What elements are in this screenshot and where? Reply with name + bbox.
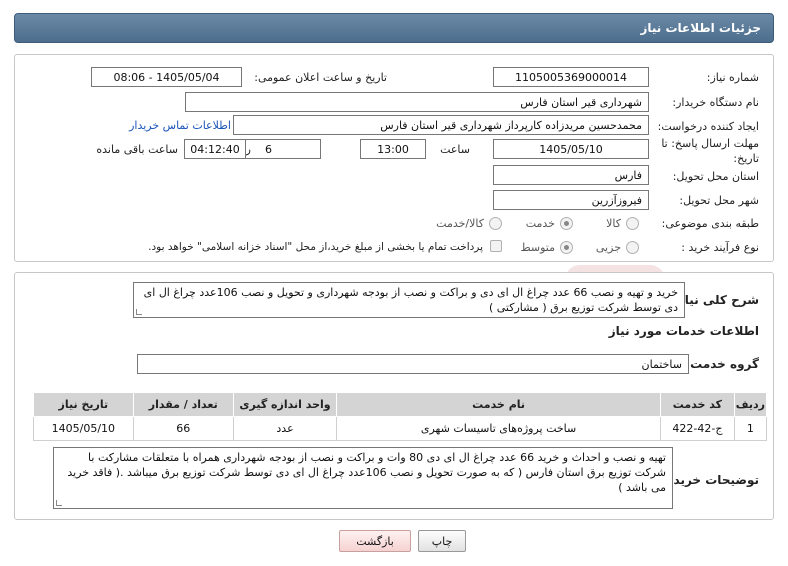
summary-textarea[interactable]: خرید و تهیه و نصب 66 عدد چراغ ال ای دی و… — [133, 282, 685, 318]
need-number-field: 1105005369000014 — [493, 67, 649, 87]
buyer-org-label: نام دستگاه خریدار: — [672, 96, 759, 109]
col-qty-header: تعداد / مقدار — [132, 392, 234, 417]
col-unit-header: واحد اندازه گیری — [232, 392, 338, 417]
col-name-header: نام خدمت — [336, 392, 662, 417]
details-panel: شرح کلی نیاز: خرید و تهیه و نصب 66 عدد چ… — [14, 272, 774, 520]
process-minor-radio[interactable] — [626, 241, 639, 254]
cell-code: ج-42-422 — [660, 416, 735, 441]
cell-row: 1 — [733, 416, 768, 441]
back-button[interactable]: بازگشت — [339, 530, 411, 552]
treasury-payment-note: پرداخت تمام یا بخشی از مبلغ خرید،از محل … — [148, 241, 483, 253]
cell-name: ساخت پروژه‌های تاسیسات شهری — [336, 416, 662, 441]
process-medium-radio[interactable] — [560, 241, 573, 254]
category-service-label: خدمت — [525, 217, 555, 230]
need-number-label: شماره نیاز: — [706, 71, 759, 84]
buyer-notes-textarea[interactable]: تهیه و نصب و احداث و خرید 66 عدد چراغ ال… — [53, 447, 673, 509]
col-date-header: تاریخ نیاز — [33, 392, 134, 417]
services-section-title: اطلاعات خدمات مورد نیاز — [608, 324, 759, 338]
table-header-row: ردیف کد خدمت نام خدمت واحد اندازه گیری ت… — [33, 392, 768, 417]
treasury-payment-checkbox[interactable] — [490, 240, 502, 252]
cell-date: 1405/05/10 — [33, 416, 134, 441]
category-goods-service-radio[interactable] — [489, 217, 502, 230]
creator-label: ایجاد کننده درخواست: — [657, 120, 759, 133]
creator-field: محمدحسین مریدزاده کارپرداز شهرداری قیر ا… — [233, 115, 649, 135]
announce-label: تاریخ و ساعت اعلان عمومی: — [254, 71, 387, 84]
category-goods-radio[interactable] — [626, 217, 639, 230]
process-minor-label: جزیی — [595, 241, 621, 254]
resize-handle[interactable] — [136, 309, 142, 315]
page-header: جزئیات اطلاعات نیاز — [14, 13, 774, 43]
services-table: ردیف کد خدمت نام خدمت واحد اندازه گیری ت… — [33, 392, 768, 441]
buyer-contact-link[interactable]: اطلاعات تماس خریدار — [129, 119, 231, 132]
deadline-date-field: 1405/05/10 — [493, 139, 649, 159]
col-row-header: ردیف — [733, 392, 768, 417]
deadline-label: مهلت ارسال پاسخ: تا تاریخ: — [661, 137, 759, 165]
service-group-field: ساختمان — [137, 354, 689, 374]
table-row: 1 ج-42-422 ساخت پروژه‌های تاسیسات شهری ع… — [33, 416, 768, 441]
category-goods-service-label: کالا/خدمت — [436, 217, 484, 230]
buyer-org-field: شهرداری قیر استان فارس — [185, 92, 649, 112]
cell-unit: عدد — [232, 416, 338, 441]
page-title: جزئیات اطلاعات نیاز — [640, 21, 761, 35]
city-field: فیروزآزرین — [493, 190, 649, 210]
city-label: شهر محل تحویل: — [679, 194, 759, 207]
process-label: نوع فرآیند خرید : — [681, 241, 759, 254]
remaining-time-field: 04:12:40 — [184, 139, 246, 159]
col-code-header: کد خدمت — [660, 392, 735, 417]
province-field: فارس — [493, 165, 649, 185]
announce-field: 1405/05/04 - 08:06 — [91, 67, 242, 87]
category-service-radio[interactable] — [560, 217, 573, 230]
province-label: استان محل تحویل: — [672, 170, 759, 183]
need-info-panel: شماره نیاز: 1105005369000014 تاریخ و ساع… — [14, 54, 774, 262]
category-label: طبقه بندی موضوعی: — [661, 217, 759, 230]
buyer-notes-text: تهیه و نصب و احداث و خرید 66 عدد چراغ ال… — [67, 451, 666, 494]
summary-label: شرح کلی نیاز: — [673, 293, 759, 307]
category-goods-label: کالا — [606, 217, 621, 230]
cell-qty: 66 — [132, 416, 234, 441]
deadline-time-field: 13:00 — [360, 139, 426, 159]
resize-handle[interactable] — [56, 500, 62, 506]
print-button[interactable]: چاپ — [418, 530, 466, 552]
remaining-label: ساعت باقی مانده — [96, 143, 178, 156]
time-label: ساعت — [440, 143, 470, 156]
summary-text: خرید و تهیه و نصب 66 عدد چراغ ال ای دی و… — [143, 286, 678, 314]
service-group-label: گروه خدمت: — [685, 357, 759, 371]
process-medium-label: متوسط — [520, 241, 555, 254]
